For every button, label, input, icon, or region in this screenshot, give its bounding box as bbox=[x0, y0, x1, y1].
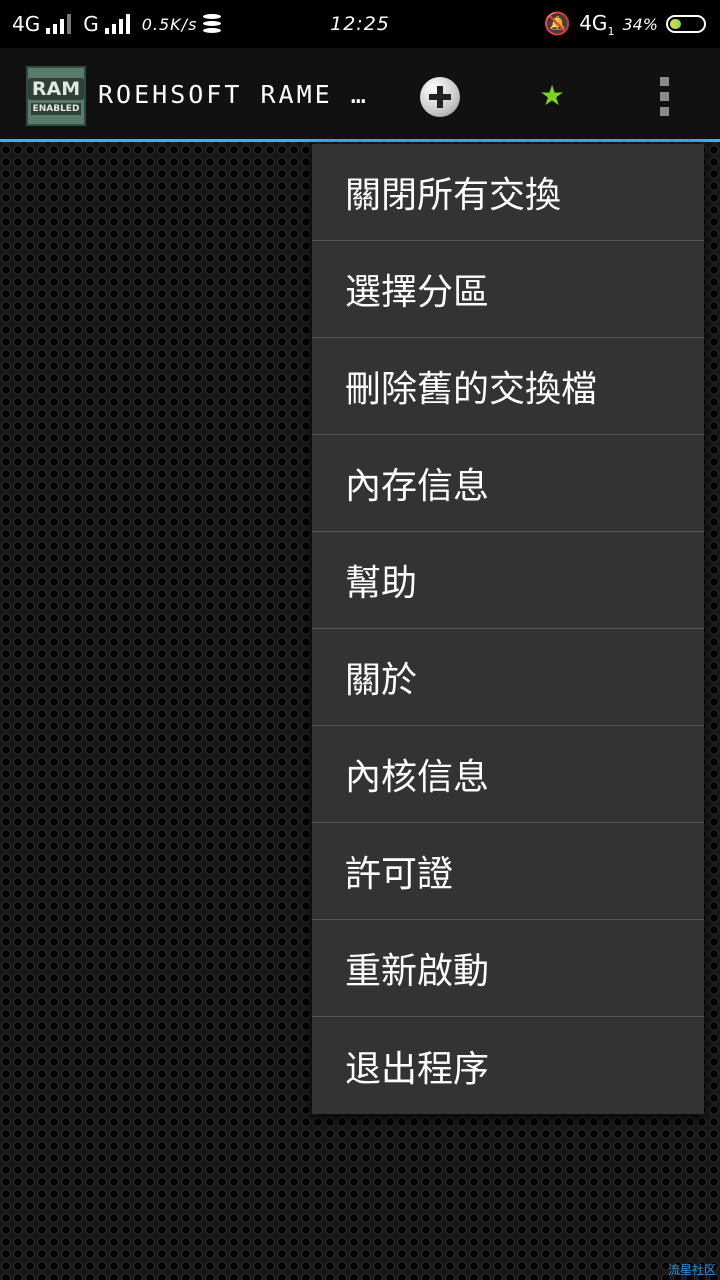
add-button[interactable] bbox=[420, 77, 460, 117]
app-logo-ram-text: RAM bbox=[27, 77, 85, 100]
plus-icon-vertical bbox=[437, 86, 443, 108]
action-bar: RAM ENABLED ROEHSOFT RAME … ★ bbox=[0, 48, 720, 142]
menu-item-exit[interactable]: 退出程序 bbox=[312, 1017, 704, 1114]
watermark: 流星社区 bbox=[667, 1263, 716, 1277]
overflow-menu: 關閉所有交換 選擇分區 刪除舊的交換檔 內存信息 幫助 關於 內核信息 許可證 … bbox=[312, 144, 704, 1114]
menu-item-license[interactable]: 許可證 bbox=[312, 823, 704, 920]
battery-percent: 34% bbox=[622, 14, 658, 34]
menu-item-help[interactable]: 幫助 bbox=[312, 532, 704, 629]
menu-item-close-all-swap[interactable]: 關閉所有交換 bbox=[312, 144, 704, 241]
overflow-menu-button[interactable] bbox=[650, 72, 678, 120]
star-icon[interactable]: ★ bbox=[534, 76, 570, 116]
battery-icon bbox=[666, 15, 706, 33]
menu-item-delete-old-swap[interactable]: 刪除舊的交換檔 bbox=[312, 338, 704, 435]
menu-item-reboot[interactable]: 重新啟動 bbox=[312, 920, 704, 1017]
menu-item-memory-info[interactable]: 內存信息 bbox=[312, 435, 704, 532]
menu-item-select-partition[interactable]: 選擇分區 bbox=[312, 241, 704, 338]
menu-item-kernel-info[interactable]: 內核信息 bbox=[312, 726, 704, 823]
network-label-3: 4G1 bbox=[579, 10, 615, 38]
menu-item-about[interactable]: 關於 bbox=[312, 629, 704, 726]
app-title: ROEHSOFT RAME … bbox=[98, 80, 369, 109]
app-logo-enabled-text: ENABLED bbox=[30, 102, 82, 115]
status-right: 🔕 4G1 34% bbox=[544, 0, 706, 48]
status-bar: 4G G 0.5K/s 12:25 🔕 4G1 34% bbox=[0, 0, 720, 48]
app-logo-icon[interactable]: RAM ENABLED bbox=[26, 66, 86, 126]
mute-icon: 🔕 bbox=[543, 11, 572, 37]
